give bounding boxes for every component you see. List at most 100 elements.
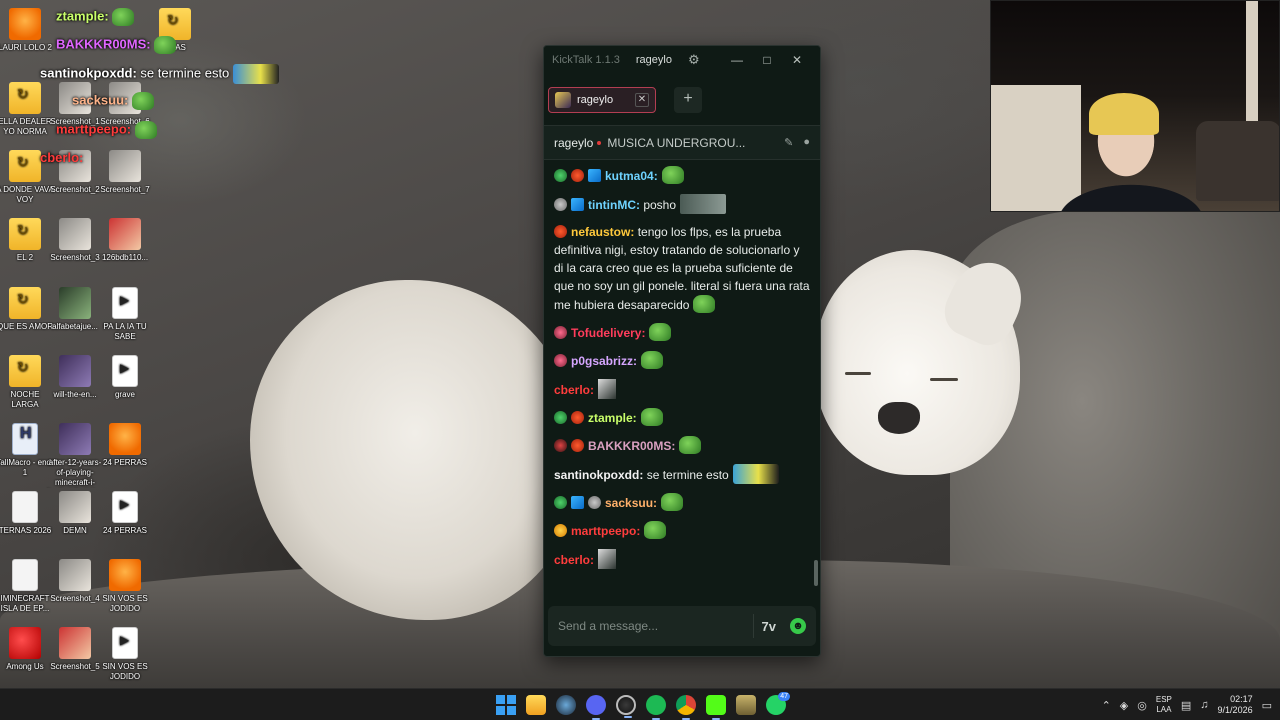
pepe-emote[interactable] [644,521,667,539]
desktop-icon[interactable]: LAURI LOLO 2 [0,8,54,53]
chat-message[interactable]: tintinMC: posho [554,194,810,214]
dark-badge-icon[interactable] [554,439,567,452]
chrome-icon[interactable] [676,695,696,720]
sign-emote[interactable] [732,464,779,484]
volume-icon[interactable]: ♫ [1200,699,1208,711]
chat-username[interactable]: marttpeepo: [571,524,640,538]
red-badge-icon[interactable] [571,439,584,452]
pepe-emote[interactable] [661,166,684,184]
desktop-icon[interactable]: PA LA IA TU SABE [96,287,154,342]
yellow-badge-icon[interactable] [554,524,567,537]
webcam-pillar [1246,1,1258,131]
desktop-icon[interactable]: SIN VOS ES JODIDO [96,627,154,682]
start-menu-icon[interactable] [496,695,516,715]
red-badge-icon[interactable] [571,411,584,424]
language-indicator[interactable]: ESP LAA [1156,695,1172,715]
chat-username[interactable]: ztample: [588,411,637,425]
desktop-icon[interactable]: SIN VOS ES JODIDO [96,559,154,614]
pepe-emote[interactable] [679,436,702,454]
message-input[interactable] [558,619,745,633]
chat-username[interactable]: tintinMC: [588,198,640,212]
gray-badge-icon[interactable] [554,198,567,211]
microphone-icon[interactable]: ◎ [1137,699,1147,712]
pink-badge-icon[interactable] [554,326,567,339]
chat-message[interactable]: cberlo: [554,379,810,399]
user-icon[interactable]: ● [803,136,810,149]
discord-icon[interactable] [586,695,606,720]
chat-message[interactable]: cberlo: [554,549,810,569]
pepe-emote[interactable] [649,323,672,341]
chat-message[interactable]: nefaustow: tengo los flps, es la prueba … [554,223,810,314]
desktop-icon[interactable]: 24 PERRAS [96,491,154,536]
pin-icon[interactable]: ✎ [784,136,793,149]
network-icon[interactable]: ▤ [1181,699,1191,712]
chat-messages[interactable]: kutma04: tintinMC: posho nefaustow: tengo … [544,160,820,590]
add-tab-button[interactable]: + [674,86,702,113]
spotify-icon[interactable] [646,695,666,720]
chat-message[interactable]: p0gsabrizz: [554,351,810,370]
chat-message[interactable]: kutma04: [554,166,810,185]
chat-message[interactable]: sacksuu: [554,493,810,512]
maximize-button[interactable]: □ [752,53,782,67]
pepe-emote[interactable] [661,493,684,511]
whatsapp-icon[interactable]: 47 [766,692,790,715]
seventv-emote-icon[interactable]: 7v [762,619,776,634]
pink-badge-icon[interactable] [554,354,567,367]
kicktalk-icon[interactable] [706,695,726,720]
overlay-chat-user: ztample: [56,8,109,24]
kicktalk-titlebar[interactable]: KickTalk 1.1.3 rageylo ⚙ — □ ✕ [544,46,820,74]
green-badge-icon[interactable] [554,496,567,509]
kick-emote-icon[interactable]: ☻ [790,618,806,634]
chat-username[interactable]: sacksuu: [605,496,657,510]
desktop-icon[interactable]: 126bdb110... [96,218,154,263]
current-user[interactable]: rageylo [636,54,672,66]
chat-username[interactable]: BAKKKR00MS: [588,439,675,453]
chat-message[interactable]: BAKKKR00MS: [554,436,810,455]
chat-message[interactable]: marttpeepo: [554,521,810,540]
chat-username[interactable]: Tofudelivery: [571,326,645,340]
chat-username[interactable]: p0gsabrizz: [571,354,637,368]
chat-username[interactable]: kutma04: [605,169,658,183]
blue-badge-icon[interactable] [571,198,584,211]
desktop-icon[interactable]: 24 PERRAS [96,423,154,468]
notifications-icon[interactable]: ▭ [1262,699,1272,712]
blue-badge-icon[interactable] [571,496,584,509]
chat-scrollbar[interactable] [814,560,818,586]
gear-icon[interactable]: ⚙ [688,52,700,68]
green-badge-icon[interactable] [554,169,567,182]
chat-username[interactable]: cberlo: [554,383,594,397]
chat-message[interactable]: santinokpoxdd: se termine esto [554,464,810,484]
channel-name[interactable]: rageylo [554,136,593,150]
chat-username[interactable]: santinokpoxdd: [554,468,643,482]
pepe-emote[interactable] [641,351,664,369]
file-explorer-icon[interactable] [526,695,546,715]
chat-username[interactable]: nefaustow: [571,225,634,239]
steam-icon[interactable] [556,695,576,715]
tab-rageylo[interactable]: rageylo ✕ [548,86,656,113]
chat-username[interactable]: cberlo: [554,553,594,567]
gray-badge-icon[interactable] [588,496,601,509]
small-emote[interactable] [598,549,617,569]
close-tab-icon[interactable]: ✕ [635,92,649,107]
red-badge-icon[interactable] [554,225,567,238]
pepe-emote[interactable] [693,295,716,313]
pepe-emote[interactable] [640,408,663,426]
chevron-up-icon[interactable]: ⌃ [1102,699,1111,712]
small-emote[interactable] [598,379,617,399]
game-launcher-icon[interactable] [736,695,756,715]
shield-icon[interactable]: ◈ [1120,699,1128,712]
obs-icon[interactable] [616,695,636,718]
video-icon [112,627,138,659]
red-badge-icon[interactable] [571,169,584,182]
desktop-icon[interactable]: grave [96,355,154,400]
close-button[interactable]: ✕ [782,53,812,67]
desktop-icon[interactable]: Screenshot_7 [96,150,154,195]
clock[interactable]: 02:17 9/1/2026 [1218,694,1253,716]
taskbar: 47 ⌃ ◈ ◎ ESP LAA ▤ ♫ 02:17 9/1/2026 ▭ [0,688,1280,720]
box-emote[interactable] [680,194,727,214]
green-badge-icon[interactable] [554,411,567,424]
chat-message[interactable]: Tofudelivery: [554,323,810,342]
blue-badge-icon[interactable] [588,169,601,182]
minimize-button[interactable]: — [722,53,752,67]
chat-message[interactable]: ztample: [554,408,810,427]
